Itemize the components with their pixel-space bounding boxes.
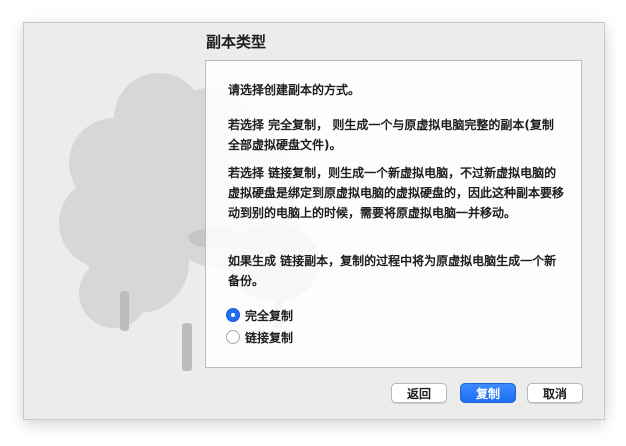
intro-text: 请选择创建副本的方式。 (228, 83, 361, 97)
snapshot-description: 如果生成 链接副本，复制的过程中将为原虚拟电脑生成一个新备份。 (228, 254, 557, 288)
clone-type-dialog: 副本类型 请选择创建副本的方式。 若选择 完全复制， 则生成一个与原虚拟电脑完整… (23, 22, 605, 420)
radio-selected-icon[interactable] (226, 308, 240, 322)
full-clone-label: 完全复制 (245, 308, 294, 323)
content-panel: 请选择创建副本的方式。 若选择 完全复制， 则生成一个与原虚拟电脑完整的副本(复… (205, 60, 582, 368)
linked-clone-label: 链接复制 (245, 330, 294, 345)
full-clone-option[interactable]: 完全复制 (226, 306, 293, 324)
clone-button[interactable]: 复制 (460, 383, 516, 403)
radio-unselected-icon[interactable] (226, 330, 240, 344)
dialog-title: 副本类型 (206, 33, 267, 51)
linked-clone-description: 若选择 链接复制，则生成一个新虚拟电脑，不过新虚拟电脑的虚拟硬盘是绑定到原虚拟电… (228, 166, 565, 220)
full-clone-description: 若选择 完全复制， 则生成一个与原虚拟电脑完整的副本(复制全部虚拟硬盘文件)。 (228, 118, 554, 152)
linked-clone-option[interactable]: 链接复制 (226, 328, 293, 346)
back-button[interactable]: 返回 (391, 383, 447, 403)
cancel-button[interactable]: 取消 (527, 383, 583, 403)
